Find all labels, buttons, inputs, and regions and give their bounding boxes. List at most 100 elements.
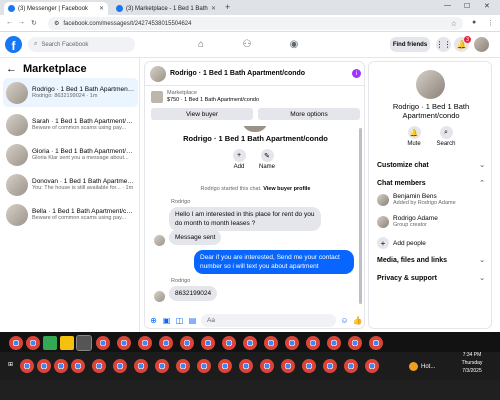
find-friends-button[interactable]: Find friends <box>390 37 430 52</box>
profile-icon[interactable]: ● <box>472 19 476 26</box>
chrome-app-icon[interactable] <box>71 359 85 373</box>
chrome-app-icon[interactable] <box>281 359 295 373</box>
account-avatar[interactable] <box>474 37 489 52</box>
message-list[interactable]: Rodrigo · 1 Bed 1 Bath Apartment/condo +… <box>145 126 364 308</box>
gif-icon[interactable]: ▤ <box>188 316 197 325</box>
whatsapp-app-icon[interactable] <box>43 336 57 350</box>
new-tab-button[interactable]: + <box>225 2 230 12</box>
camera-icon[interactable]: ▣ <box>162 316 171 325</box>
mute-action[interactable]: 🔔 Mute <box>401 126 427 147</box>
chrome-app-icon[interactable] <box>348 336 362 350</box>
chrome-app-icon[interactable] <box>260 359 274 373</box>
chrome-app-icon[interactable] <box>264 336 278 350</box>
add-people-button[interactable]: + Add people <box>377 237 426 249</box>
chat-scrollbar[interactable] <box>359 128 362 304</box>
chrome-app-icon[interactable] <box>344 359 358 373</box>
sender-avatar[interactable] <box>154 235 165 246</box>
facebook-search-input[interactable]: ⌕ Search Facebook <box>28 37 135 52</box>
chrome-app-icon[interactable] <box>92 359 106 373</box>
chat-avatar[interactable] <box>150 65 166 82</box>
chrome-app-icon[interactable] <box>323 359 337 373</box>
tab-messenger[interactable]: (3) Messenger | Facebook ✕ <box>4 2 108 15</box>
chrome-app-icon[interactable] <box>201 336 215 350</box>
member-item[interactable]: Rodrigo Adame Group creator <box>377 215 485 228</box>
chrome-app-icon[interactable] <box>239 359 253 373</box>
chat-info-avatar[interactable] <box>416 70 445 99</box>
chrome-app-icon[interactable] <box>159 336 173 350</box>
back-icon[interactable]: ← <box>6 19 13 26</box>
sticker-icon[interactable]: ◫ <box>175 316 184 325</box>
name-action[interactable]: ✎ Name <box>255 149 279 170</box>
search-action[interactable]: ⌕ Search <box>433 126 459 147</box>
minimize-button[interactable]: — <box>444 2 451 9</box>
chrome-app-icon[interactable] <box>96 336 110 350</box>
chrome-app-icon[interactable] <box>218 359 232 373</box>
maximize-button[interactable]: ☐ <box>464 2 470 10</box>
reload-icon[interactable]: ↻ <box>31 19 37 27</box>
message-input[interactable]: Aa <box>201 314 336 327</box>
conversation-item[interactable]: Gloria · 1 Bed 1 Bath Apartment/condo Gl… <box>3 140 138 169</box>
chrome-app-icon[interactable] <box>180 336 194 350</box>
chrome-app-icon[interactable] <box>20 359 34 373</box>
view-buyer-button[interactable]: View buyer <box>151 108 253 120</box>
browser-menu-icon[interactable]: ⋮ <box>487 19 494 27</box>
sticky-notes-icon[interactable] <box>60 336 74 350</box>
system-clock[interactable]: 7:34 PM Thursday 7/3/2025 <box>452 351 492 375</box>
bookmark-star-icon[interactable]: ☆ <box>451 20 457 28</box>
chrome-app-icon[interactable] <box>302 359 316 373</box>
chrome-app-icon[interactable] <box>222 336 236 350</box>
chrome-app-icon[interactable] <box>327 336 341 350</box>
plus-circle-icon[interactable]: ⊕ <box>149 316 158 325</box>
chat-title[interactable]: Rodrigo · 1 Bed 1 Bath Apartment/condo <box>170 70 305 77</box>
member-item[interactable]: Benjamin Bens Added by Rodrigo Adame <box>377 193 485 206</box>
info-icon[interactable]: i <box>352 69 361 78</box>
app-icon[interactable] <box>76 335 92 351</box>
conversation-item[interactable]: Sarah · 1 Bed 1 Bath Apartment/condo Bew… <box>3 110 138 139</box>
outgoing-message[interactable]: Dear if you are interested, Send me your… <box>194 250 354 274</box>
chrome-app-icon[interactable] <box>176 359 190 373</box>
chrome-app-icon[interactable] <box>26 336 40 350</box>
chrome-app-icon[interactable] <box>243 336 257 350</box>
sender-avatar[interactable] <box>154 291 165 302</box>
conversation-item[interactable]: Rodrigo · 1 Bed 1 Bath Apartment/condo R… <box>3 78 138 107</box>
chrome-app-icon[interactable] <box>155 359 169 373</box>
tab-marketplace[interactable]: (3) Marketplace - 1 Bed 1 Bath ✕ <box>112 2 220 15</box>
chrome-app-icon[interactable] <box>285 336 299 350</box>
listing-thumbnail[interactable] <box>151 91 163 103</box>
conversation-item[interactable]: Donovan · 1 Bed 1 Bath Apartment/condo Y… <box>3 170 138 199</box>
back-arrow-icon[interactable]: ← <box>6 63 17 75</box>
media-files-links-section[interactable]: Media, files and links ⌄ <box>377 256 485 265</box>
view-buyer-profile-link[interactable]: View buyer profile <box>263 186 310 192</box>
home-icon[interactable]: ⌂ <box>195 39 207 50</box>
conversation-item[interactable]: Bella · 1 Bed 1 Bath Apartment/condo Bew… <box>3 200 138 229</box>
chrome-app-icon[interactable] <box>117 336 131 350</box>
incoming-message[interactable]: 8632199024 <box>169 286 218 301</box>
chrome-app-icon[interactable] <box>113 359 127 373</box>
chrome-app-icon[interactable] <box>9 336 23 350</box>
privacy-support-section[interactable]: Privacy & support ⌄ <box>377 274 485 283</box>
url-input[interactable]: ⚙ facebook.com/messages/t/24274538015504… <box>48 17 463 30</box>
thumbs-up-icon[interactable]: 👍 <box>353 316 363 325</box>
chrome-app-icon[interactable] <box>306 336 320 350</box>
chrome-app-icon[interactable] <box>197 359 211 373</box>
incoming-message[interactable]: Hello I am interested in this place for … <box>169 207 321 231</box>
emoji-icon[interactable]: ☺ <box>340 316 349 325</box>
incoming-message[interactable]: Message sent <box>169 230 222 245</box>
close-tab-icon[interactable]: ✕ <box>99 5 104 12</box>
listing-title[interactable]: $750 · 1 Bed 1 Bath Apartment/condo <box>167 97 259 103</box>
chrome-app-icon[interactable] <box>54 359 68 373</box>
chrome-app-icon[interactable] <box>369 336 383 350</box>
close-tab-icon[interactable]: ✕ <box>211 5 216 12</box>
weather-widget[interactable]: Hot... <box>409 362 435 371</box>
close-window-button[interactable]: ✕ <box>484 2 490 10</box>
groups-icon[interactable]: ◉ <box>288 39 300 50</box>
site-info-icon[interactable]: ⚙ <box>54 20 59 27</box>
people-icon[interactable]: ⚇ <box>241 39 253 50</box>
chrome-app-icon[interactable] <box>37 359 51 373</box>
menu-grid-icon[interactable]: ⋮⋮ <box>436 37 452 52</box>
chrome-app-icon[interactable] <box>138 336 152 350</box>
more-options-button[interactable]: More options <box>258 108 360 120</box>
chrome-app-icon[interactable] <box>365 359 379 373</box>
chrome-app-icon[interactable] <box>134 359 148 373</box>
start-icon[interactable]: ⊞ <box>8 361 13 368</box>
